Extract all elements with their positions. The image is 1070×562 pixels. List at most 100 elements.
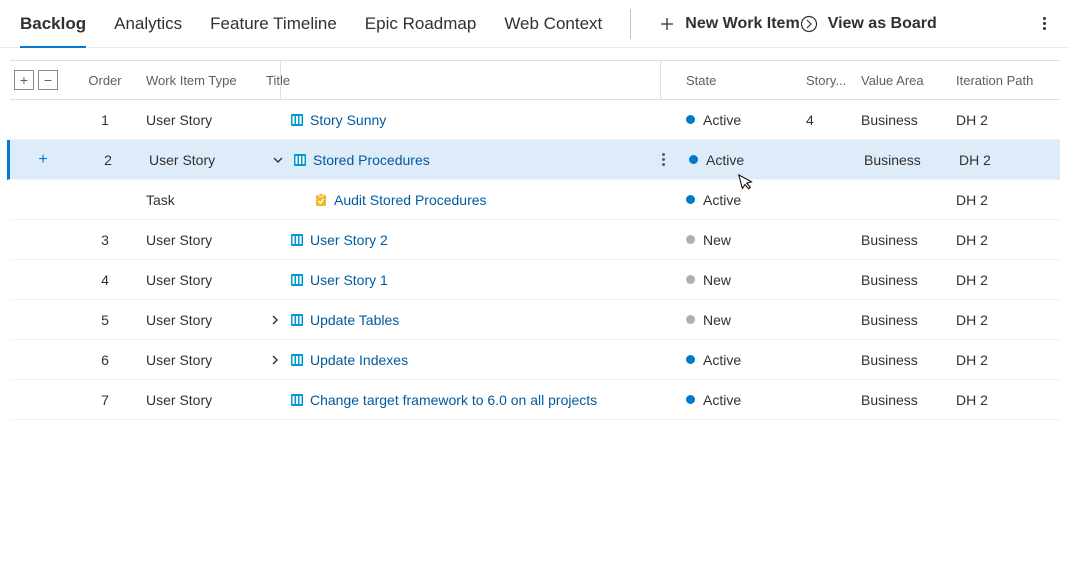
user-story-icon (290, 113, 304, 127)
state-dot-icon (686, 115, 695, 124)
order-value: 2 (73, 152, 143, 168)
toolbar-separator (630, 9, 631, 39)
work-item-type: User Story (143, 152, 263, 168)
state-label: Active (703, 192, 741, 208)
backlog-row[interactable]: +6User StoryUpdate IndexesActiveBusiness… (10, 340, 1060, 380)
backlog-row[interactable]: +1User StoryStory SunnyActive4BusinessDH… (10, 100, 1060, 140)
task-icon (314, 193, 328, 207)
backlog-row[interactable]: +2User Story Stored Procedures Active Busin… (7, 140, 1060, 180)
state-dot-icon (686, 315, 695, 324)
grid-header: + − Order Work Item Type Title State Sto… (10, 60, 1060, 100)
order-value: 4 (70, 272, 140, 288)
state-label: New (703, 232, 731, 248)
backlog-row[interactable]: +7User StoryChange target framework to 6… (10, 380, 1060, 420)
col-story-points[interactable]: Story... (800, 73, 855, 88)
iteration-path: DH 2 (950, 392, 1060, 408)
view-tabs: Backlog Analytics Feature Timeline Epic Roa… (20, 0, 602, 47)
user-story-icon (290, 273, 304, 287)
story-points: 4 (800, 112, 855, 128)
order-value: 6 (70, 352, 140, 368)
col-order[interactable]: Order (70, 73, 140, 88)
work-item-title-link[interactable]: Stored Procedures (313, 152, 430, 168)
col-iteration[interactable]: Iteration Path (950, 73, 1060, 88)
chevron-right-icon[interactable] (266, 314, 284, 326)
tab-feature-timeline[interactable]: Feature Timeline (210, 0, 337, 47)
order-value: 5 (70, 312, 140, 328)
user-story-icon (290, 353, 304, 367)
user-story-icon (290, 393, 304, 407)
work-item-type: User Story (140, 312, 260, 328)
chevron-right-icon[interactable] (266, 354, 284, 366)
top-toolbar: Backlog Analytics Feature Timeline Epic Roa… (0, 0, 1070, 48)
order-value: 3 (70, 232, 140, 248)
tab-epic-roadmap[interactable]: Epic Roadmap (365, 0, 477, 47)
work-item-type: User Story (140, 232, 260, 248)
work-item-title-link[interactable]: User Story 2 (310, 232, 388, 248)
work-item-title-link[interactable]: Update Tables (310, 312, 399, 328)
col-title[interactable]: Title (260, 73, 680, 88)
state-dot-icon (686, 355, 695, 364)
backlog-row[interactable]: +5User StoryUpdate TablesNewBusinessDH 2 (10, 300, 1060, 340)
state-dot-icon (689, 155, 698, 164)
state-label: New (703, 312, 731, 328)
backlog-grid: + − Order Work Item Type Title State Sto… (0, 48, 1070, 420)
user-story-icon (290, 313, 304, 327)
col-type[interactable]: Work Item Type (140, 73, 260, 88)
work-item-title-link[interactable]: Change target framework to 6.0 on all pr… (310, 392, 597, 408)
iteration-path: DH 2 (950, 272, 1060, 288)
state-cell: Active (680, 112, 800, 128)
iteration-path: DH 2 (950, 312, 1060, 328)
backlog-row[interactable]: +4User StoryUser Story 1NewBusinessDH 2 (10, 260, 1060, 300)
state-dot-icon (686, 275, 695, 284)
view-as-board-button[interactable]: View as Board (800, 15, 937, 33)
work-item-title-link[interactable]: Update Indexes (310, 352, 408, 368)
col-value-area[interactable]: Value Area (855, 73, 950, 88)
state-dot-icon (686, 195, 695, 204)
state-label: Active (706, 152, 744, 168)
view-as-board-label: View as Board (828, 15, 937, 33)
col-state[interactable]: State (680, 73, 800, 88)
tab-analytics[interactable]: Analytics (114, 0, 182, 47)
add-child-button[interactable]: + (38, 151, 47, 169)
state-dot-icon (686, 395, 695, 404)
new-work-item-button[interactable]: New Work Item (659, 15, 799, 33)
work-item-title-link[interactable]: Audit Stored Procedures (334, 192, 487, 208)
work-item-title-link[interactable]: User Story 1 (310, 272, 388, 288)
work-item-title-link[interactable]: Story Sunny (310, 112, 386, 128)
iteration-path: DH 2 (950, 112, 1060, 128)
title-cell: Change target framework to 6.0 on all pr… (260, 392, 680, 408)
tab-backlog[interactable]: Backlog (20, 0, 86, 47)
backlog-row[interactable]: +TaskAudit Stored ProceduresActiveDH 2 (10, 180, 1060, 220)
value-area: Business (855, 272, 950, 288)
title-cell: User Story 2 (260, 232, 680, 248)
state-cell: Active (680, 352, 800, 368)
order-value: 7 (70, 392, 140, 408)
work-item-type: User Story (140, 352, 260, 368)
chevron-down-icon[interactable] (269, 154, 287, 166)
more-actions-button[interactable] (1039, 13, 1050, 34)
row-more-actions-button[interactable] (662, 153, 665, 166)
user-story-icon (293, 153, 307, 167)
iteration-path: DH 2 (950, 352, 1060, 368)
title-cell: Story Sunny (260, 112, 680, 128)
state-label: Active (703, 392, 741, 408)
value-area: Business (855, 312, 950, 328)
title-cell: User Story 1 (260, 272, 680, 288)
value-area: Business (855, 352, 950, 368)
work-item-type: Task (140, 192, 260, 208)
value-area: Business (855, 392, 950, 408)
collapse-all-button[interactable]: − (38, 70, 58, 90)
order-value: 1 (70, 112, 140, 128)
plus-icon (659, 16, 675, 32)
value-area: Business (855, 232, 950, 248)
backlog-row[interactable]: +3User StoryUser Story 2NewBusinessDH 2 (10, 220, 1060, 260)
title-cell: Stored Procedures (263, 152, 683, 168)
iteration-path: DH 2 (950, 192, 1060, 208)
value-area: Business (855, 112, 950, 128)
new-work-item-label: New Work Item (685, 15, 799, 33)
value-area: Business (858, 152, 953, 168)
state-cell: New (680, 272, 800, 288)
state-cell: New (680, 312, 800, 328)
expand-all-button[interactable]: + (14, 70, 34, 90)
tab-web-context[interactable]: Web Context (504, 0, 602, 47)
